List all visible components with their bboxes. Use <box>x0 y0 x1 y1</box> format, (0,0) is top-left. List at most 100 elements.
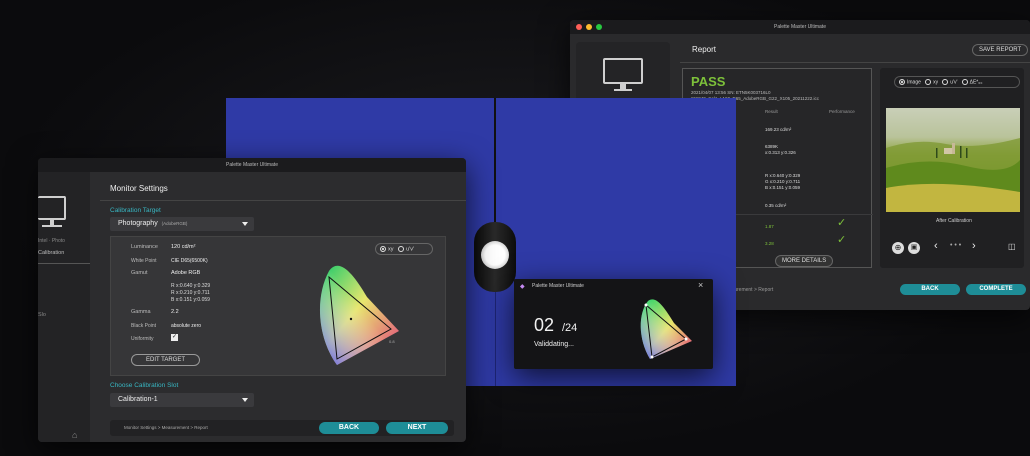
monitor-base <box>614 89 632 91</box>
uniformity-label: Uniformity <box>131 336 154 342</box>
radio-image[interactable] <box>899 79 905 85</box>
gamut-g: R x:0.210 y:0.711 <box>171 290 210 296</box>
progress-logo-icon: ◆ <box>520 284 525 290</box>
settings-header: Monitor Settings <box>110 184 168 193</box>
chevron-down-icon <box>242 222 248 226</box>
zoom-in-icon[interactable]: ⊕ <box>892 242 904 254</box>
progress-close-icon[interactable]: × <box>698 280 703 290</box>
monitor-icon <box>603 58 643 84</box>
white-point-label: White Point <box>131 258 157 264</box>
settings-window-title: Palette Master Ultimate <box>226 162 278 168</box>
compare-icon[interactable]: ◫ <box>1008 242 1016 251</box>
black-result: 0.35 cd/m² <box>765 203 787 208</box>
calibration-slot-dropdown[interactable]: Calibration-1 <box>110 393 254 407</box>
meta-line1: 2021/04/07 13:56 SN: ETN5K003716L0 <box>691 90 771 95</box>
settings-breadcrumb: Monitor Settings > Measurement > Report <box>124 425 208 430</box>
close-dot[interactable] <box>576 24 582 30</box>
calibrator-cable <box>494 98 496 228</box>
white-point-result-2: x:0.313 y:0.326 <box>765 150 796 155</box>
svg-text:0.8: 0.8 <box>389 339 395 344</box>
gamut-b: B x:0.151 y:0.059 <box>171 297 210 303</box>
target-value: Photography <box>118 220 158 227</box>
report-back-button[interactable]: BACK <box>900 284 960 295</box>
sidebar-monitor-base <box>42 225 62 227</box>
white-point-result-1: 6389K <box>765 144 779 149</box>
view-option-delta: ΔE*₀₀ <box>969 79 983 86</box>
delta-result-1: 1.87 <box>765 224 774 229</box>
delta-result-2: 3.28 <box>765 241 774 246</box>
next-button[interactable]: NEXT <box>386 422 448 434</box>
gallery-icon[interactable]: ▣ <box>908 242 920 254</box>
zoom-dot[interactable] <box>596 24 602 30</box>
more-details-button[interactable]: MORE DETAILS <box>775 255 834 267</box>
sidebar-label-1: Intel · Photo <box>38 238 65 244</box>
luminance-result: 169.23 cd/m² <box>765 127 792 132</box>
view-option-uv: u'v' <box>950 79 958 86</box>
preview-panel: Image xy u'v' ΔE*₀₀ After Calibration ⊕ … <box>880 68 1024 268</box>
calibration-slot-label: Choose Calibration Slot <box>110 382 179 389</box>
gamma-value: 2.2 <box>171 309 179 315</box>
settings-back-button[interactable]: BACK <box>319 422 379 434</box>
chart-option-uv: u'v' <box>406 246 415 253</box>
report-titlebar: Palette Master Ultimate <box>570 20 1030 34</box>
luminance-value: 120 cd/m² <box>171 244 196 250</box>
luminance-label: Luminance <box>131 244 158 250</box>
target-sub: (AdobeRGB) <box>161 221 188 226</box>
progress-count: 02 <box>534 315 555 335</box>
radio-uv-settings[interactable] <box>398 246 405 252</box>
minimize-dot[interactable] <box>586 24 592 30</box>
pass-check-icon-2: ✓ <box>837 234 847 246</box>
gamut-r-result: R x:0.640 y:0.329 <box>765 173 801 178</box>
home-icon[interactable]: ⌂ <box>72 430 77 440</box>
calibration-target-dropdown[interactable]: Photography (AdobeRGB) <box>110 217 254 231</box>
target-gamut-chart: 0.8 <box>319 265 399 365</box>
page-dots: • • • <box>950 242 962 249</box>
chart-mode-toggle: xy u'v' <box>375 243 433 255</box>
radio-delta[interactable] <box>961 79 968 85</box>
radio-xy-settings[interactable] <box>380 246 386 252</box>
progress-gamut-chart <box>640 299 692 359</box>
progress-title: Palette Master Ultimate <box>532 283 584 289</box>
prev-arrow-icon[interactable]: ‹ <box>934 240 938 252</box>
report-window-title: Palette Master Ultimate <box>774 24 826 30</box>
sidebar-monitor-icon <box>38 196 66 220</box>
radio-uv[interactable] <box>942 79 949 85</box>
gamut-b-result: B x:0.151 y:0.059 <box>765 185 801 190</box>
progress-total: /24 <box>562 322 578 334</box>
black-point-label: Black Point <box>131 323 157 329</box>
landscape-image <box>886 108 1020 212</box>
radio-xy[interactable] <box>925 79 932 85</box>
settings-sidebar: Intel · Photo Calibration Slo ⌂ <box>38 172 90 442</box>
black-point-value: absolute zero <box>171 323 202 329</box>
slot-chevron-down-icon <box>242 398 248 402</box>
col-performance: Performance <box>829 109 855 114</box>
complete-button[interactable]: COMPLETE <box>966 284 1026 295</box>
gamut-label: Gamut <box>131 270 148 276</box>
settings-titlebar: Palette Master Ultimate <box>38 158 466 172</box>
save-report-button[interactable]: SAVE REPORT <box>972 44 1029 56</box>
pass-label: PASS <box>691 74 726 89</box>
colorimeter-device <box>474 222 516 292</box>
chart-option-xy: xy <box>388 246 394 253</box>
gamut-r: R x:0.640 y:0.329 <box>171 283 211 289</box>
view-options: Image xy u'v' ΔE*₀₀ <box>894 76 1020 88</box>
report-header: Report <box>692 45 717 54</box>
edit-target-button[interactable]: EDIT TARGET <box>131 354 201 366</box>
pass-check-icon-1: ✓ <box>837 217 847 229</box>
image-caption: After Calibration <box>936 218 972 224</box>
view-option-xy: xy <box>933 79 939 86</box>
next-arrow-icon[interactable]: › <box>972 240 976 252</box>
colorimeter-sensor <box>481 241 509 269</box>
col-result: Result <box>765 109 778 114</box>
view-option-image: Image <box>907 79 921 86</box>
gamut-g-result: G x:0.210 y:0.711 <box>765 179 801 184</box>
composite-scene: Palette Master Ultimate Report SAVE REPO… <box>0 0 1030 456</box>
sidebar-label-3[interactable]: Slo <box>38 312 46 318</box>
progress-status: Validdating... <box>534 341 574 348</box>
target-details-panel: Luminance 120 cd/m² White Point CIE D65(… <box>110 236 446 376</box>
gamma-label: Gamma <box>131 309 151 315</box>
uniformity-checkbox[interactable]: ✓ <box>171 334 178 341</box>
sidebar-label-2[interactable]: Calibration <box>38 250 64 256</box>
white-point-value: CIE D65(6500K) <box>171 258 208 264</box>
calibration-target-label: Calibration Target <box>110 207 161 214</box>
